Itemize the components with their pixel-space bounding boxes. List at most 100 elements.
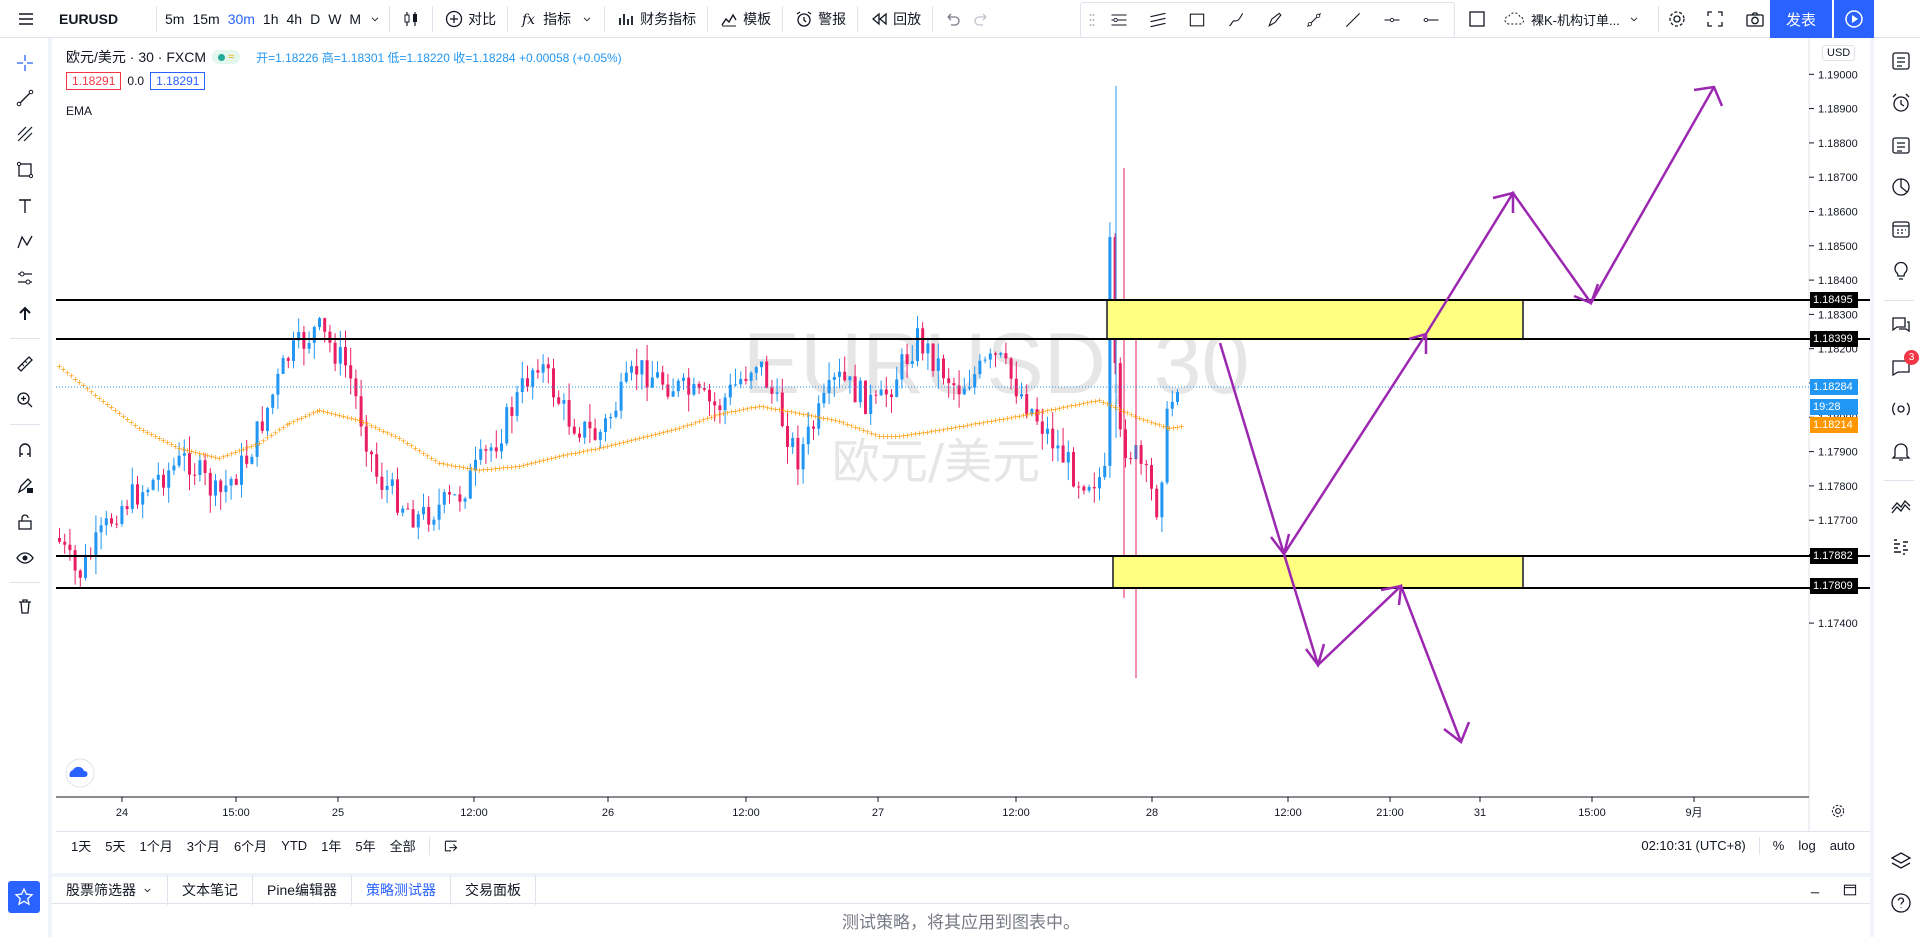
data-window-button[interactable]: [1886, 130, 1916, 160]
ema-legend[interactable]: EMA: [66, 104, 92, 118]
menu-button[interactable]: [0, 0, 52, 38]
tab-trading-panel[interactable]: 交易面板: [451, 875, 537, 905]
interval-w[interactable]: W: [324, 0, 345, 38]
horizontal-ray-tool[interactable]: [1372, 3, 1411, 37]
tab-text-notes[interactable]: 文本笔记: [168, 875, 253, 905]
range-1y[interactable]: 1年: [314, 836, 348, 855]
screener-button[interactable]: [1886, 490, 1916, 520]
indicators-button[interactable]: fx 指标: [512, 0, 600, 38]
tab-stock-screener[interactable]: 股票筛选器: [52, 875, 168, 905]
percent-scale-toggle[interactable]: %: [1766, 838, 1792, 853]
remove-drawings-tool[interactable]: [10, 591, 40, 621]
pen-tool[interactable]: [1255, 3, 1294, 37]
parallel-channel-tool[interactable]: [1138, 3, 1177, 37]
shapes-tool[interactable]: [10, 155, 40, 185]
settings-button[interactable]: [1660, 0, 1694, 38]
chart-style-button[interactable]: [394, 0, 428, 38]
interval-15m[interactable]: 15m: [188, 0, 223, 38]
financials-button[interactable]: 财务指标: [609, 0, 703, 38]
auto-scale-toggle[interactable]: auto: [1823, 838, 1862, 853]
alert-button[interactable]: 警报: [787, 0, 853, 38]
text-tool[interactable]: [10, 191, 40, 221]
magnet-tool[interactable]: [10, 435, 40, 465]
lock-drawings-tool[interactable]: [10, 507, 40, 537]
zoom-tool[interactable]: [10, 385, 40, 415]
fullscreen-button[interactable]: [1698, 0, 1732, 38]
layout-selector[interactable]: 裸K-机构订单...: [1496, 0, 1647, 38]
upper-supply-zone[interactable]: [1106, 299, 1524, 340]
notifications-button[interactable]: [1886, 436, 1916, 466]
symbol-legend[interactable]: 欧元/美元 · 30 · FXCM ≈ 开=1.18226 高=1.18301 …: [66, 47, 622, 67]
lower-demand-zone[interactable]: [1112, 555, 1524, 589]
rectangle-tool[interactable]: [1177, 3, 1216, 37]
time-axis[interactable]: 24 15:00 25 12:00 26 12:00 27 12:00 28 12:00 21:00…: [116, 797, 1703, 819]
snapshot-button[interactable]: [1738, 0, 1772, 38]
patterns-tool[interactable]: [10, 227, 40, 257]
broadcast-button[interactable]: [1886, 394, 1916, 424]
tab-pine-editor[interactable]: Pine编辑器: [253, 875, 353, 905]
range-1d[interactable]: 1天: [64, 836, 98, 855]
redo-button[interactable]: [967, 0, 997, 38]
range-5y[interactable]: 5年: [348, 836, 382, 855]
ideas-button[interactable]: [1886, 256, 1916, 286]
trend-angle-tool[interactable]: [1294, 3, 1333, 37]
bid-price-box[interactable]: 1.18291: [66, 72, 122, 90]
hotlists-button[interactable]: [1886, 172, 1916, 202]
interval-5m[interactable]: 5m: [161, 0, 188, 38]
horizontal-lines-tool[interactable]: [1099, 3, 1138, 37]
brush-tool[interactable]: [1216, 3, 1255, 37]
measure-tool[interactable]: [10, 349, 40, 379]
candle-body: [1170, 401, 1174, 409]
horizontal-line-tool[interactable]: [1411, 3, 1450, 37]
chats-button[interactable]: 3: [1886, 350, 1919, 382]
hide-toolbar-button[interactable]: [10, 299, 40, 329]
prediction-tool[interactable]: [10, 263, 40, 293]
hide-drawings-tool[interactable]: [10, 543, 40, 573]
timezone-clock[interactable]: 02:10:31 (UTC+8): [1634, 838, 1752, 853]
fullscreen-layout-button[interactable]: [1460, 0, 1494, 38]
help-button[interactable]: [1886, 888, 1916, 918]
compare-button[interactable]: 对比: [437, 0, 503, 38]
watchlist-favorites-button[interactable]: [8, 881, 40, 913]
symbol-search[interactable]: EURUSD: [52, 0, 152, 38]
goto-date-button[interactable]: [436, 837, 466, 854]
range-all[interactable]: 全部: [383, 836, 423, 855]
templates-button[interactable]: 模板: [712, 0, 778, 38]
range-3m[interactable]: 3个月: [180, 836, 227, 855]
range-6m[interactable]: 6个月: [227, 836, 274, 855]
publish-button[interactable]: 发表: [1770, 0, 1832, 38]
chart-canvas[interactable]: EURUSD, 30 欧元/美元 +++++++++++++++++++++++…: [56, 38, 1870, 831]
currency-label[interactable]: USD: [1822, 45, 1856, 61]
interval-m[interactable]: M: [345, 0, 365, 38]
log-scale-toggle[interactable]: log: [1791, 838, 1822, 853]
alerts-button[interactable]: [1886, 88, 1916, 118]
range-ytd[interactable]: YTD: [274, 838, 314, 853]
ask-price-box[interactable]: 1.18291: [150, 72, 206, 90]
range-5d[interactable]: 5天: [98, 836, 132, 855]
range-1m[interactable]: 1个月: [132, 836, 179, 855]
interval-30m[interactable]: 30m: [224, 0, 259, 38]
drag-handle[interactable]: [1085, 3, 1099, 37]
interval-4h[interactable]: 4h: [283, 0, 307, 38]
minimize-panel-button[interactable]: [1800, 880, 1830, 900]
streams-button[interactable]: [1886, 310, 1916, 340]
calendar-button[interactable]: [1886, 214, 1916, 244]
trendline-tool[interactable]: [10, 83, 40, 113]
watchlist-button[interactable]: [1886, 46, 1916, 76]
undo-button[interactable]: [937, 0, 967, 38]
fib-tool[interactable]: [10, 119, 40, 149]
tab-strategy-tester[interactable]: 策略测试器: [352, 875, 452, 905]
maximize-panel-button[interactable]: [1830, 880, 1870, 900]
replay-button[interactable]: 回放: [862, 0, 928, 38]
ray-tool[interactable]: [1333, 3, 1372, 37]
play-button[interactable]: [1834, 0, 1874, 38]
layers-button[interactable]: [1886, 846, 1916, 876]
interval-dropdown[interactable]: [365, 0, 385, 38]
interval-d[interactable]: D: [306, 0, 324, 38]
interval-1h[interactable]: 1h: [259, 0, 283, 38]
axis-settings-button[interactable]: [1830, 802, 1846, 819]
stay-drawing-mode-tool[interactable]: [10, 471, 40, 501]
depth-of-market-button[interactable]: [1886, 532, 1916, 562]
horizontal-ray-icon: [1384, 17, 1399, 23]
crosshair-tool[interactable]: [10, 48, 40, 78]
